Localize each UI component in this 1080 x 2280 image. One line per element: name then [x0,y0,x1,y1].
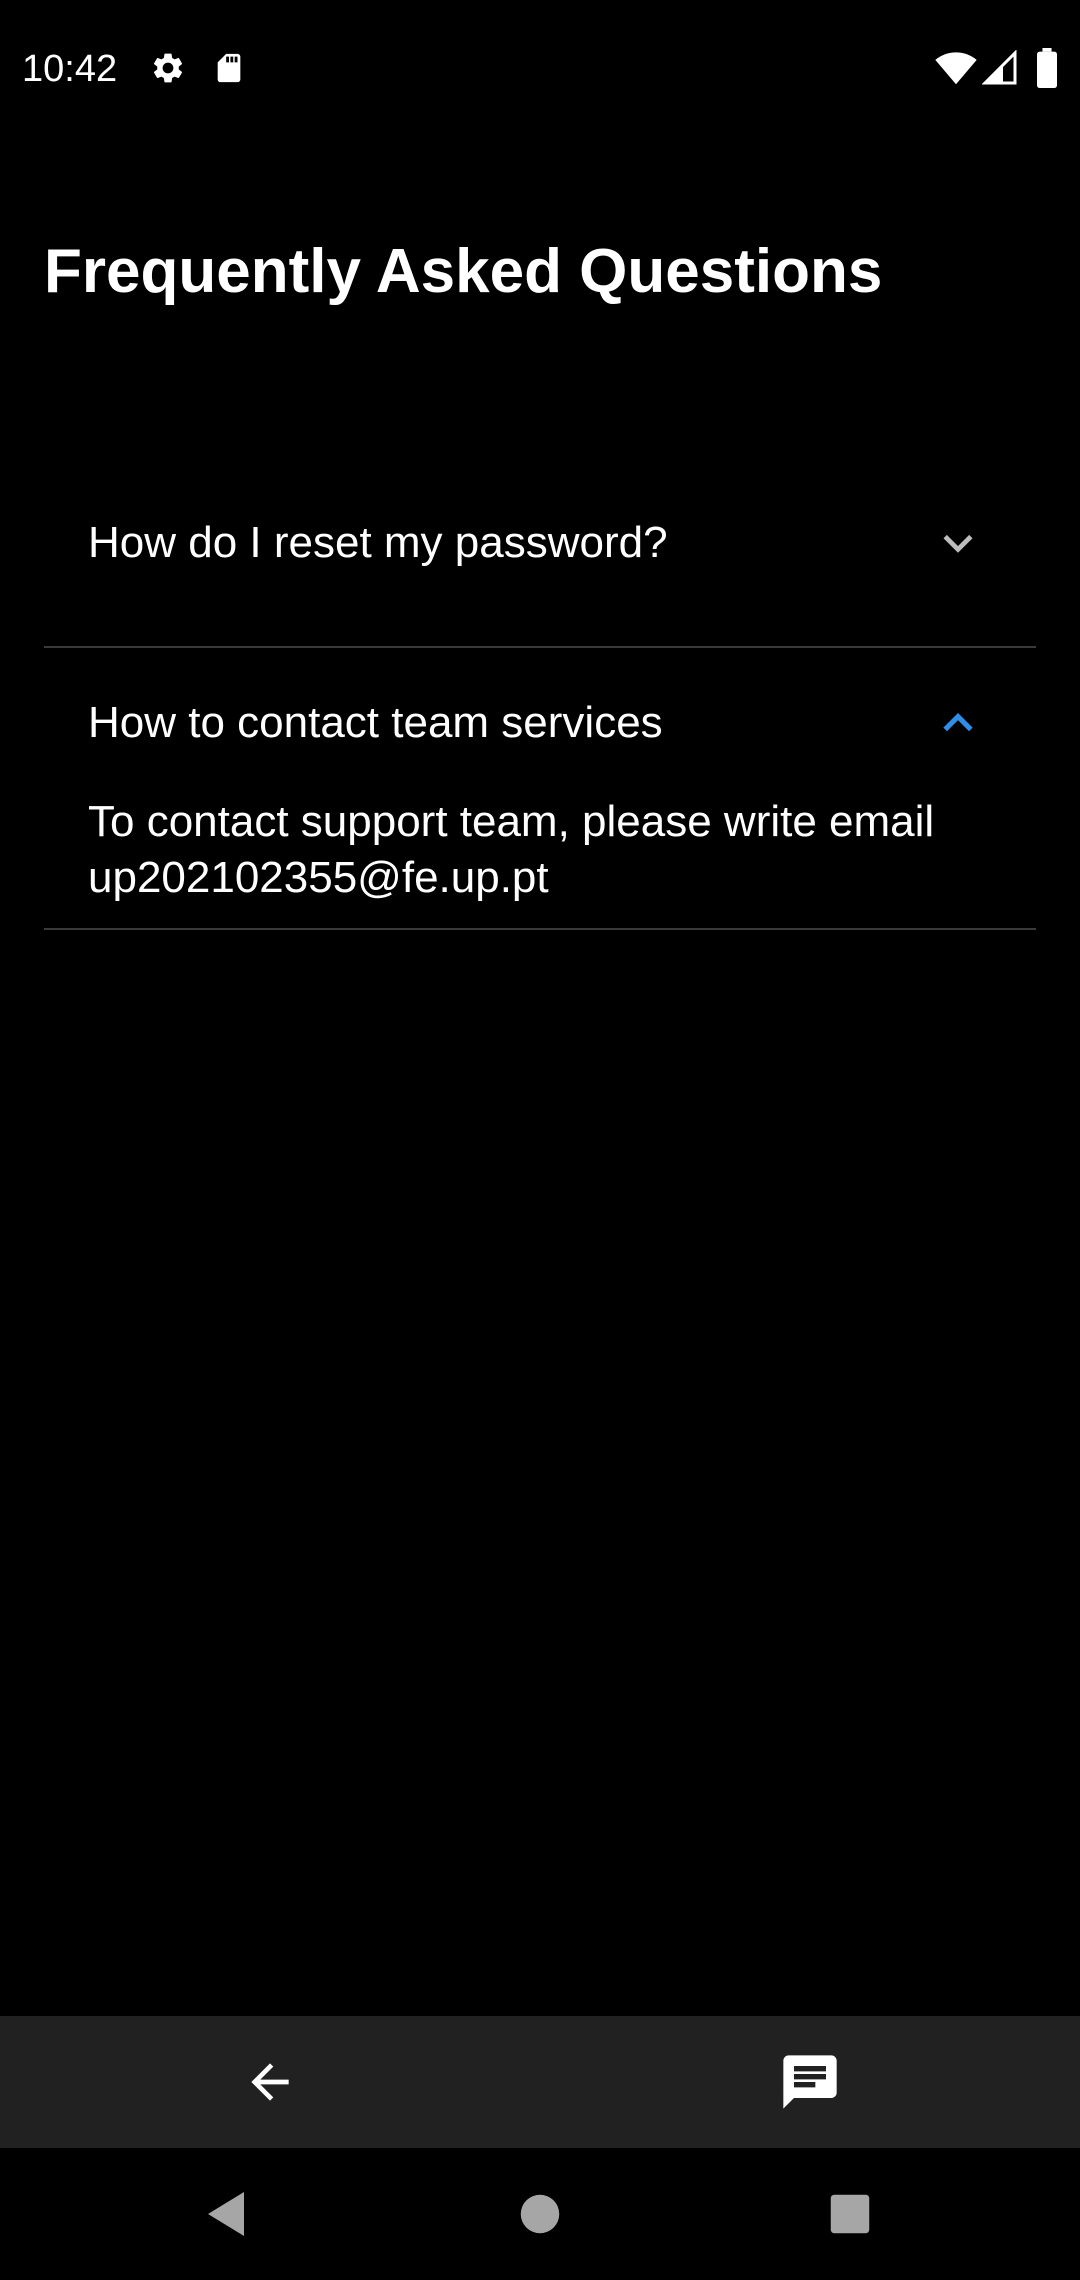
nav-recents-icon [830,2194,870,2234]
nav-home-button[interactable] [474,2148,606,2280]
nav-back-icon [208,2192,244,2236]
settings-icon [153,53,183,83]
nav-home-icon [520,2194,560,2234]
faq-question: How do I reset my password? [88,518,668,567]
page-title: Frequently Asked Questions [44,237,883,306]
nav-back-button[interactable] [160,2148,292,2280]
faq-question: How to contact team services [88,698,663,747]
cellular-signal-icon [982,50,1017,85]
battery-icon [1037,48,1057,88]
faq-list: How do I reset my password? How to conta… [44,440,1036,930]
faq-question-header[interactable]: How do I reset my password? [44,440,1036,646]
faq-divider [44,928,1036,930]
nav-recents-button[interactable] [784,2148,916,2280]
chat-message-icon [783,2055,837,2109]
bottom-app-bar [0,2016,1080,2148]
system-nav-bar [0,2148,1080,2280]
faq-question-header[interactable]: How to contact team services [44,648,1036,798]
chevron-up-icon[interactable] [936,701,980,745]
status-time: 10:42 [22,48,118,90]
faq-item: How to contact team services To contact … [44,648,1036,930]
faq-item: How do I reset my password? [44,440,1036,648]
back-button[interactable] [204,2016,336,2148]
sd-card-icon [217,53,241,83]
chevron-down-icon[interactable] [936,521,980,565]
faq-answer: To contact support team, please write em… [88,797,935,902]
wifi-icon [935,52,977,85]
status-bar: 10:42 [0,0,1080,135]
arrow-back-icon [251,2063,289,2101]
chat-button[interactable] [744,2016,876,2148]
screen: 10:42 Frequently Asked Questions How do … [0,0,1080,2280]
